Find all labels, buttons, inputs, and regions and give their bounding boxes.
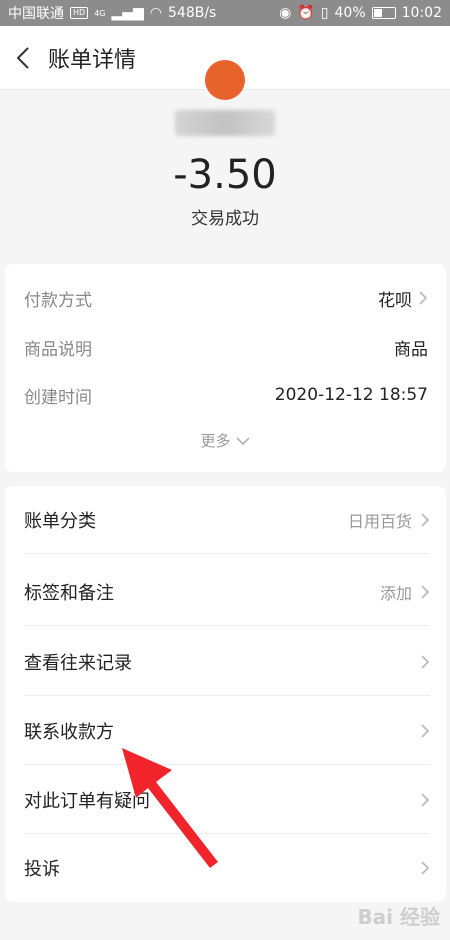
more-toggle[interactable]: 更多 [5, 430, 446, 451]
chevron-right-icon [421, 654, 430, 669]
chevron-right-icon [421, 861, 430, 875]
battery-percent: 40% [334, 5, 366, 21]
carrier-label: 中国联通 [8, 6, 64, 22]
transaction-status: 交易成功 [191, 209, 259, 229]
speed-label: 548B/s [168, 5, 217, 21]
menu-item-bill-category[interactable]: 账单分类 日用百货 [24, 486, 430, 554]
detail-value: 花呗 [378, 290, 412, 311]
menu-item-tags-notes[interactable]: 标签和备注 添加 [24, 558, 430, 626]
network-label: 4G [94, 8, 106, 18]
detail-row-created-time: 创建时间 2020-12-12 18:57 [24, 383, 428, 408]
menu-item-view-history[interactable]: 查看往来记录 [24, 628, 430, 696]
status-bar: 中国联通 HD 4G ▂▄▆ ◠ 548B/s ◉ ⏰ ▯ 40% 10:02 [0, 0, 450, 26]
chevron-right-icon [421, 723, 430, 738]
vibrate-icon: ▯ [320, 5, 329, 21]
detail-row-item-description: 商品说明 商品 [24, 335, 428, 360]
chevron-right-icon [419, 291, 428, 305]
transaction-summary: -3.50 交易成功 [0, 60, 450, 260]
menu-value: 添加 [379, 583, 412, 603]
payee-avatar [205, 60, 245, 100]
annotation-arrow [122, 748, 218, 868]
menu-label: 查看往来记录 [24, 652, 132, 674]
detail-label: 创建时间 [24, 387, 92, 408]
payee-name-blurred [175, 110, 275, 136]
menu-label: 联系收款方 [24, 721, 114, 743]
chevron-left-icon [16, 46, 29, 69]
page-title: 账单详情 [48, 47, 137, 73]
watermark: Bai 经验 [357, 905, 440, 929]
menu-label: 投诉 [24, 859, 60, 880]
detail-row-payment-method[interactable]: 付款方式 花呗 [24, 286, 428, 311]
eye-icon: ◉ [279, 5, 292, 21]
chevron-right-icon [421, 512, 430, 527]
detail-value: 2020-12-12 18:57 [274, 385, 428, 405]
hd-badge: HD [70, 7, 89, 19]
detail-label: 商品说明 [24, 339, 92, 360]
alarm-icon: ⏰ [297, 5, 315, 21]
signal-icon: ▂▄▆ [111, 5, 144, 21]
detail-value: 商品 [394, 339, 428, 360]
chevron-right-icon [421, 792, 430, 807]
wifi-icon: ◠ [149, 5, 163, 21]
chevron-down-icon [235, 436, 250, 445]
menu-label: 标签和备注 [24, 582, 114, 604]
detail-label: 付款方式 [24, 290, 92, 311]
more-label: 更多 [200, 432, 231, 450]
back-button[interactable] [0, 26, 46, 90]
transaction-amount: -3.50 [173, 152, 277, 198]
chevron-right-icon [421, 584, 430, 599]
details-card: 付款方式 花呗 商品说明 商品 创建时间 2020-12-12 18:57 更多 [5, 264, 446, 472]
menu-value: 日用百货 [347, 511, 412, 531]
battery-icon [371, 7, 396, 19]
menu-label: 账单分类 [24, 510, 96, 532]
clock-time: 10:02 [401, 5, 442, 21]
